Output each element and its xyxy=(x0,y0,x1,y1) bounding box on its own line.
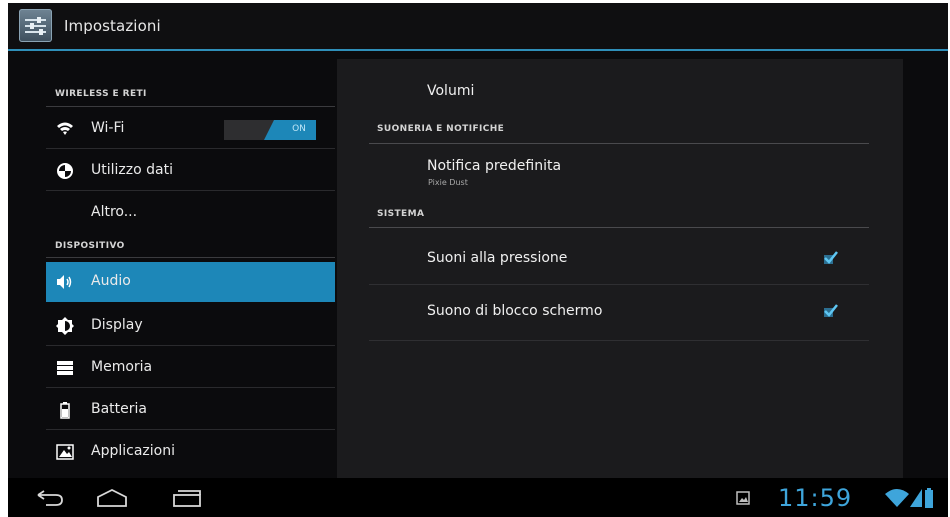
lock-screen-sound-checkbox[interactable] xyxy=(823,303,839,319)
row-divider xyxy=(46,148,335,149)
row-divider xyxy=(46,345,335,346)
touch-sounds-label: Suoni alla pressione xyxy=(427,250,568,266)
checkmark-icon xyxy=(824,251,838,264)
wifi-toggle-label: ON xyxy=(292,124,306,134)
settings-category-list: WIRELESS E RETI Wi-Fi ON Utilizzo dati A… xyxy=(46,51,335,478)
wifi-toggle[interactable]: ON xyxy=(224,120,316,140)
speaker-icon xyxy=(56,273,74,291)
wifi-signal-icon[interactable] xyxy=(884,488,910,508)
sidebar-item-label: Memoria xyxy=(91,359,153,375)
sidebar-item-label: Batteria xyxy=(91,401,147,417)
section-header-device: DISPOSITIVO xyxy=(55,241,125,251)
touch-sounds-checkbox[interactable] xyxy=(823,250,839,266)
tablet-screen: Impostazioni WIRELESS E RETI Wi-Fi ON Ut… xyxy=(8,3,948,517)
row-divider xyxy=(46,387,335,388)
touch-sounds-row[interactable]: Suoni alla pressione xyxy=(337,229,903,285)
row-divider xyxy=(46,190,335,191)
volumes-row[interactable]: Volumi xyxy=(337,59,903,107)
volumes-label: Volumi xyxy=(427,83,475,99)
audio-settings-panel: Volumi SUONERIA E NOTIFICHE Notifica pre… xyxy=(337,59,903,478)
sidebar-item-label: Applicazioni xyxy=(91,443,175,459)
default-notification-value: Pixie Dust xyxy=(428,178,468,187)
sidebar-item-applications[interactable]: Applicazioni xyxy=(46,432,335,472)
page-title: Impostazioni xyxy=(64,17,161,35)
section-divider xyxy=(369,143,869,144)
home-icon[interactable] xyxy=(96,488,128,508)
brightness-icon xyxy=(56,317,74,335)
data-usage-icon xyxy=(56,162,74,180)
battery-status-icon[interactable] xyxy=(924,487,934,509)
battery-icon xyxy=(56,401,74,419)
default-notification-row[interactable]: Notifica predefinita Pixie Dust xyxy=(337,145,903,201)
section-divider xyxy=(46,106,335,107)
clock[interactable]: 11:59 xyxy=(778,484,852,512)
sidebar-item-label: Altro... xyxy=(91,204,138,220)
wifi-icon xyxy=(56,120,74,138)
checkmark-icon xyxy=(824,304,838,317)
back-icon[interactable] xyxy=(36,490,64,506)
sidebar-item-battery[interactable]: Batteria xyxy=(46,390,335,430)
sidebar-item-wifi[interactable]: Wi-Fi ON xyxy=(46,109,335,149)
sidebar-item-display[interactable]: Display xyxy=(46,306,335,346)
sidebar-item-label: Display xyxy=(91,317,143,333)
recent-apps-icon[interactable] xyxy=(170,488,204,508)
sidebar-item-label: Utilizzo dati xyxy=(91,162,173,178)
row-divider xyxy=(369,340,869,341)
apps-icon xyxy=(56,443,74,461)
section-header-system: SISTEMA xyxy=(377,209,425,219)
row-divider xyxy=(369,284,869,285)
lock-screen-sound-label: Suono di blocco schermo xyxy=(427,303,603,319)
section-divider xyxy=(369,227,869,228)
section-divider xyxy=(46,257,335,258)
sidebar-item-more[interactable]: Altro... xyxy=(46,193,335,233)
sidebar-item-label: Wi-Fi xyxy=(91,120,125,136)
storage-icon xyxy=(56,359,74,377)
cell-signal-icon[interactable] xyxy=(909,488,923,508)
sidebar-item-audio[interactable]: Audio xyxy=(46,262,335,302)
row-divider xyxy=(46,429,335,430)
settings-content: WIRELESS E RETI Wi-Fi ON Utilizzo dati A… xyxy=(8,51,948,478)
gallery-notification-icon[interactable] xyxy=(736,491,750,505)
settings-app-icon[interactable] xyxy=(19,9,52,42)
lock-screen-sound-row[interactable]: Suono di blocco schermo xyxy=(337,286,903,340)
section-header-wireless: WIRELESS E RETI xyxy=(55,89,147,99)
system-bar: 11:59 xyxy=(8,478,948,517)
sidebar-item-storage[interactable]: Memoria xyxy=(46,348,335,388)
default-notification-title: Notifica predefinita xyxy=(427,158,562,174)
sidebar-item-label: Audio xyxy=(91,273,131,289)
section-header-ringtone: SUONERIA E NOTIFICHE xyxy=(377,124,505,134)
action-bar: Impostazioni xyxy=(8,3,948,49)
sidebar-item-data-usage[interactable]: Utilizzo dati xyxy=(46,151,335,191)
